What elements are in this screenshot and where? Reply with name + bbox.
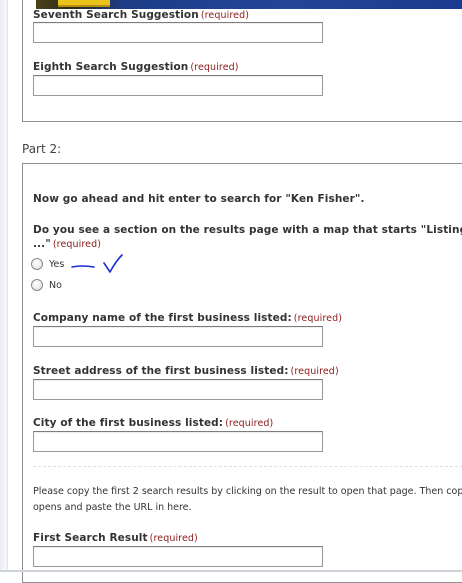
city-label-text: City of the first business listed:	[33, 417, 224, 429]
seventh-suggestion-label-text: Seventh Search Suggestion	[33, 9, 199, 21]
yes-radio[interactable]	[31, 258, 43, 270]
no-label: No	[49, 279, 62, 291]
required-marker: (required)	[293, 313, 343, 324]
search-instruction: Now go ahead and hit enter to search for…	[33, 193, 365, 205]
radio-option-yes[interactable]: Yes	[31, 258, 64, 270]
eighth-suggestion-input[interactable]	[33, 75, 323, 96]
company-name-label: Company name of the first business liste…	[33, 312, 342, 324]
yes-label: Yes	[49, 258, 65, 270]
first-result-input[interactable]	[33, 546, 323, 567]
first-result-label: First Search Result (required)	[33, 532, 198, 544]
company-name-label-text: Company name of the first business liste…	[33, 312, 292, 324]
street-address-label-text: Street address of the first business lis…	[33, 365, 289, 377]
street-address-label: Street address of the first business lis…	[33, 365, 339, 377]
city-input[interactable]	[33, 431, 323, 452]
radio-option-no[interactable]: No	[31, 279, 62, 291]
city-label: City of the first business listed: (requi…	[33, 417, 273, 429]
copy-instructions-line2: opens and paste the URL in here.	[33, 502, 192, 513]
handwritten-checkmark-icon	[71, 254, 123, 273]
eighth-suggestion-label: Eighth Search Suggestion (required)	[33, 61, 239, 73]
banner-logo	[58, 0, 110, 7]
no-radio[interactable]	[31, 279, 43, 291]
map-question-line1: Do you see a section on the results page…	[33, 224, 462, 236]
map-question-line2: ..." (required)	[33, 238, 101, 250]
part2-heading: Part 2:	[22, 142, 62, 156]
copy-instructions-line1: Please copy the first 2 search results b…	[33, 486, 462, 497]
required-marker: (required)	[290, 366, 339, 377]
required-marker: (required)	[149, 533, 198, 544]
required-marker: (required)	[52, 239, 102, 250]
required-marker: (required)	[200, 10, 250, 21]
required-marker: (required)	[190, 62, 239, 73]
map-question-line2-text: ..."	[33, 238, 51, 250]
seventh-suggestion-label: Seventh Search Suggestion (required)	[33, 9, 249, 21]
street-address-input[interactable]	[33, 379, 323, 400]
page-left-edge	[0, 0, 8, 572]
first-result-label-text: First Search Result	[33, 532, 148, 544]
seventh-suggestion-input[interactable]	[33, 22, 323, 43]
company-name-input[interactable]	[33, 326, 323, 347]
eighth-suggestion-label-text: Eighth Search Suggestion	[33, 61, 189, 73]
banner-image	[36, 0, 462, 9]
required-marker: (required)	[225, 418, 274, 429]
section-divider	[33, 466, 462, 467]
